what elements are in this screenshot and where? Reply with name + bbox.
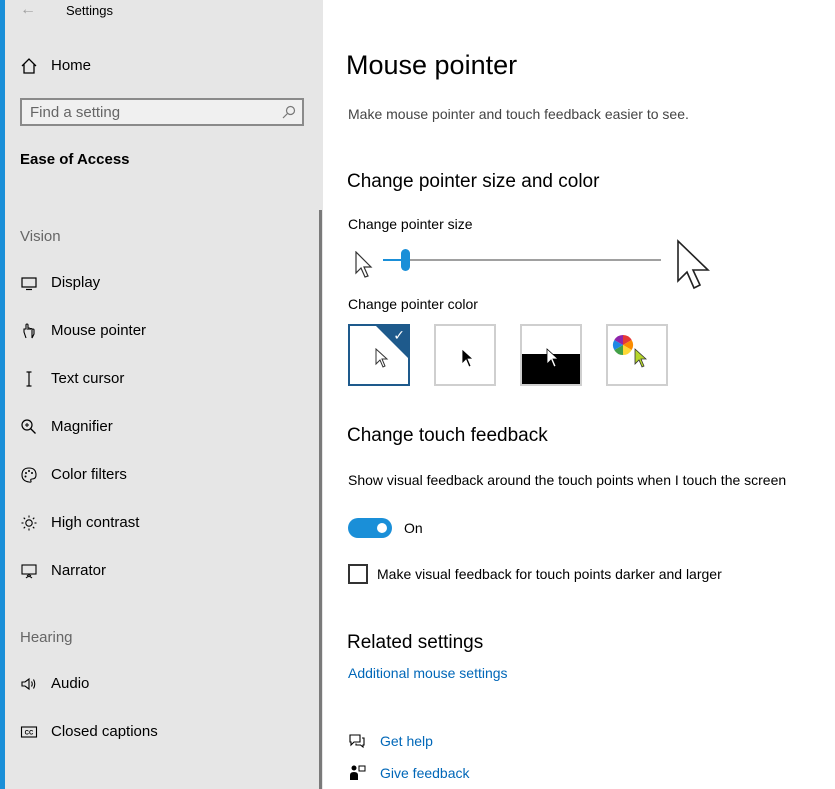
white-pointer-icon — [375, 348, 389, 368]
search-icon[interactable] — [282, 105, 296, 119]
page-title: Mouse pointer — [346, 50, 518, 80]
page-description: Make mouse pointer and touch feedback ea… — [348, 106, 689, 122]
darker-feedback-label[interactable]: Make visual feedback for touch points da… — [377, 566, 722, 582]
main-content: Mouse pointer Make mouse pointer and tou… — [323, 0, 835, 789]
sidebar-item-label: Closed captions — [51, 723, 158, 740]
large-pointer-icon — [677, 239, 710, 290]
high-contrast-icon — [21, 515, 37, 531]
custom-pointer-icon — [634, 348, 648, 368]
black-pointer-icon — [461, 348, 475, 368]
darker-feedback-checkbox[interactable] — [348, 564, 368, 584]
sidebar-item-label: Magnifier — [51, 418, 113, 435]
sidebar-item-label: Narrator — [51, 562, 107, 579]
sidebar-item-home[interactable]: Home — [5, 46, 323, 86]
titlebar: ← Settings — [5, 0, 323, 24]
sidebar-item-color-filters[interactable]: Color filters — [5, 455, 323, 495]
sidebar-item-mouse-pointer[interactable]: Mouse pointer — [0, 311, 323, 351]
app-title: Settings — [66, 3, 113, 18]
audio-icon — [21, 677, 36, 691]
back-arrow-icon[interactable]: ← — [20, 1, 38, 19]
get-help-icon — [349, 734, 365, 749]
sidebar-item-high-contrast[interactable]: High contrast — [5, 503, 323, 543]
small-pointer-icon — [355, 251, 373, 278]
inverted-pointer-icon — [546, 348, 560, 368]
sidebar-item-audio[interactable]: Audio — [5, 664, 323, 704]
pointer-size-slider-track[interactable] — [383, 259, 661, 261]
sidebar-item-label: Display — [51, 274, 101, 291]
touch-section-heading: Change touch feedback — [347, 425, 548, 446]
give-feedback-link[interactable]: Give feedback — [380, 765, 470, 781]
sidebar-item-closed-captions[interactable]: CC Closed captions — [5, 712, 323, 752]
search-field[interactable] — [20, 98, 304, 126]
get-help-link[interactable]: Get help — [380, 733, 433, 749]
touch-feedback-toggle[interactable] — [348, 518, 392, 538]
touch-feedback-label: Show visual feedback around the touch po… — [348, 472, 787, 488]
pointer-color-white[interactable]: ✓ — [348, 324, 410, 386]
closed-captions-icon: CC — [20, 726, 38, 738]
narrator-icon — [21, 564, 37, 579]
checkmark-icon: ✓ — [393, 327, 405, 343]
search-input[interactable] — [30, 103, 270, 121]
sidebar-item-display[interactable]: Display — [5, 263, 323, 303]
display-icon — [21, 277, 37, 291]
toggle-state-label: On — [404, 520, 423, 536]
svg-text:CC: CC — [25, 731, 34, 737]
pointer-size-label: Change pointer size — [348, 216, 473, 232]
related-settings-heading: Related settings — [347, 632, 484, 653]
sidebar-item-magnifier[interactable]: Magnifier — [5, 407, 323, 447]
pointer-color-custom[interactable] — [606, 324, 668, 386]
color-filters-icon — [21, 467, 37, 483]
sidebar-item-narrator[interactable]: Narrator — [5, 551, 323, 591]
sidebar-item-label: Audio — [51, 675, 90, 692]
home-icon — [21, 58, 37, 74]
give-feedback-icon — [350, 765, 366, 780]
sidebar-item-label: Mouse pointer — [51, 322, 147, 339]
additional-mouse-settings-link[interactable]: Additional mouse settings — [348, 665, 508, 681]
magnifier-icon — [21, 419, 36, 434]
pointer-size-slider-thumb[interactable] — [401, 249, 411, 271]
toggle-knob — [377, 523, 387, 533]
pointer-color-label: Change pointer color — [348, 296, 478, 312]
sidebar-item-text-cursor[interactable]: Text cursor — [5, 359, 323, 399]
sidebar-section-heading: Ease of Access — [20, 151, 130, 168]
sidebar-item-label: Color filters — [51, 466, 127, 483]
sidebar-item-label: High contrast — [51, 514, 140, 531]
pointer-section-heading: Change pointer size and color — [347, 171, 600, 192]
group-heading-hearing: Hearing — [20, 629, 73, 646]
sidebar: ← Settings Home Ease of Access Vision Di… — [0, 0, 323, 789]
color-wheel-icon — [612, 334, 634, 356]
text-cursor-icon — [26, 371, 32, 387]
group-heading-vision: Vision — [20, 228, 61, 245]
mouse-pointer-icon — [23, 323, 35, 339]
sidebar-item-label: Home — [51, 57, 92, 74]
sidebar-scrollbar[interactable] — [319, 210, 322, 789]
pointer-color-black[interactable] — [434, 324, 496, 386]
pointer-color-inverted[interactable] — [520, 324, 582, 386]
sidebar-item-label: Text cursor — [51, 370, 125, 387]
